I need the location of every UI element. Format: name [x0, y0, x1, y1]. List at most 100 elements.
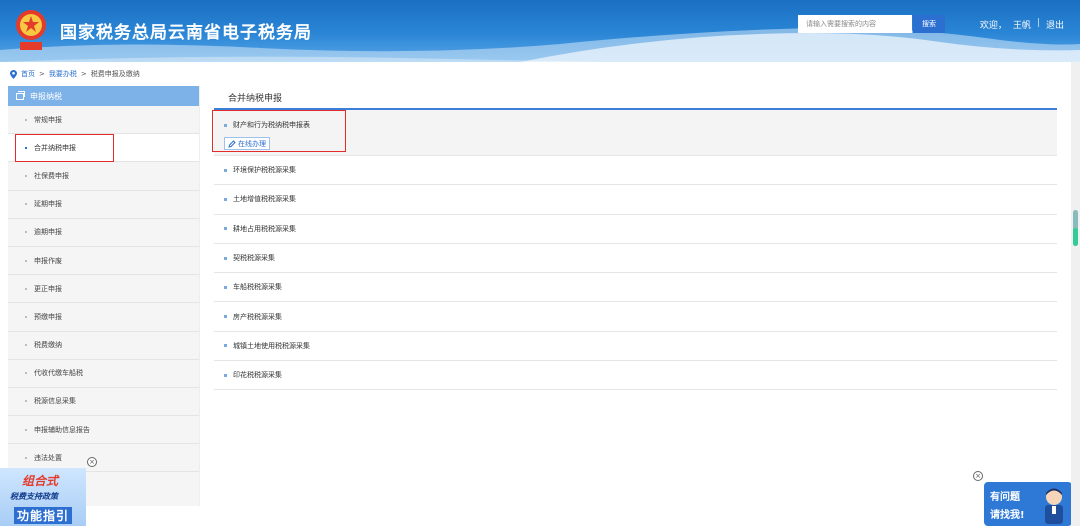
- search-button[interactable]: 搜索: [913, 15, 945, 33]
- list-item[interactable]: 耕地占用税税源采集: [214, 215, 1057, 244]
- sidebar-item-label: 延期申报: [34, 200, 62, 209]
- sidebar-item-void[interactable]: 申报作废: [8, 247, 199, 276]
- sidebar-item-auxiliary-report[interactable]: 申报辅助信息报告: [8, 416, 199, 445]
- list-item-line: 财产和行为税纳税申报表: [224, 120, 1057, 130]
- list-item-label: 车船税税源采集: [233, 283, 282, 292]
- list-item[interactable]: 城镇土地使用税税源采集: [214, 332, 1057, 362]
- bullet-icon: [25, 456, 27, 459]
- breadcrumb-home[interactable]: 首页: [21, 69, 35, 79]
- site-title: 国家税务总局云南省电子税务局: [60, 23, 312, 43]
- sidebar-item-prepayment[interactable]: 预缴申报: [8, 303, 199, 332]
- breadcrumb-sep: >: [39, 70, 45, 78]
- sidebar-item-social-security[interactable]: 社保费申报: [8, 162, 199, 191]
- breadcrumb: 首页 > 我要办税 > 税费申报及缴纳: [10, 68, 140, 80]
- sidebar-item-payment[interactable]: 税费缴纳: [8, 332, 199, 360]
- sidebar-item-extension[interactable]: 延期申报: [8, 191, 199, 219]
- bullet-icon: [25, 203, 27, 206]
- list-item[interactable]: 印花税税源采集: [214, 361, 1057, 391]
- list-item-label: 耕地占用税税源采集: [233, 224, 296, 233]
- bullet-icon: [25, 428, 27, 431]
- sidebar-item-tax-source[interactable]: 税源信息采集: [8, 388, 199, 417]
- user-area: 欢迎， 王帆 | 退出: [980, 18, 1064, 31]
- sidebar-item-label: 预缴申报: [34, 312, 62, 321]
- search-input[interactable]: [798, 15, 912, 33]
- sidebar-item-overdue[interactable]: 逾期申报: [8, 219, 199, 247]
- sidebar-item-label: 违法处置: [34, 453, 62, 462]
- badge-subtitle: 税费支持政策: [10, 492, 58, 501]
- list-item[interactable]: 土地增值税税源采集: [214, 185, 1057, 215]
- copy-icon: [16, 90, 25, 100]
- national-emblem-icon: [16, 10, 46, 50]
- bullet-icon: [25, 315, 27, 318]
- close-left-float-icon[interactable]: ×: [87, 457, 97, 467]
- bullet-icon: [224, 315, 227, 319]
- bullet-icon: [25, 231, 27, 234]
- badge-caption: 功能指引: [14, 507, 73, 524]
- sidebar-item-label: 更正申报: [34, 284, 62, 293]
- header-separator: |: [1036, 18, 1040, 28]
- highlight-box: [212, 110, 346, 152]
- sidebar-item-regular-declaration[interactable]: 常规申报: [8, 106, 199, 135]
- bullet-icon: [224, 256, 227, 260]
- sidebar-item-label: 税源信息采集: [34, 397, 76, 406]
- sidebar-item-label: 申报辅助信息报告: [34, 425, 90, 434]
- list-item-label: 城镇土地使用税税源采集: [233, 341, 310, 350]
- bullet-icon: [224, 197, 227, 201]
- sidebar-item-label: 代收代缴车船税: [34, 369, 83, 378]
- highlight-box: [15, 134, 114, 163]
- list-item[interactable]: 房产税税源采集: [214, 302, 1057, 332]
- help-badge[interactable]: 有问题 请找我!: [984, 482, 1072, 526]
- sidebar-item-correction[interactable]: 更正申报: [8, 275, 199, 304]
- list-item-property-behavior-tax[interactable]: 财产和行为税纳税申报表 在线办理: [212, 110, 1057, 156]
- sidebar-item-label: 社保费申报: [34, 171, 69, 180]
- sidebar-item-vehicle-tax[interactable]: 代收代缴车船税: [8, 360, 199, 388]
- scrollbar-indicator: [1073, 228, 1078, 246]
- list-item[interactable]: 车船税税源采集: [214, 273, 1057, 303]
- site-header: 国家税务总局云南省电子税务局 搜索 欢迎， 王帆 | 退出: [0, 0, 1080, 62]
- sidebar-list: 常规申报 合并纳税申报 社保费申报 延期申报 逾期申报 申报作废 更正申报 预缴…: [8, 106, 199, 473]
- sidebar-item-label: 税费缴纳: [34, 341, 62, 350]
- breadcrumb-current: 税费申报及缴纳: [90, 70, 140, 78]
- sidebar-header[interactable]: 申报纳税: [8, 86, 199, 106]
- sidebar-header-label: 申报纳税: [30, 91, 62, 101]
- sidebar-item-combined-declaration[interactable]: 合并纳税申报: [8, 134, 199, 163]
- list-item-label: 房产税税源采集: [233, 312, 282, 321]
- bullet-icon: [25, 400, 27, 403]
- list-item[interactable]: 环境保护税税源采集: [214, 156, 1057, 186]
- sidebar-item-label: 常规申报: [34, 115, 62, 124]
- main-content: 合并纳税申报 财产和行为税纳税申报表 在线办理 环境保护税税源采集 土地增值税税…: [212, 86, 1057, 391]
- bullet-icon: [25, 118, 27, 121]
- logout-link[interactable]: 退出: [1046, 18, 1064, 31]
- sidebar: 申报纳税 常规申报 合并纳税申报 社保费申报 延期申报 逾期申报 申报作废 更正…: [8, 86, 200, 506]
- page-title: 合并纳税申报: [214, 86, 1057, 110]
- bullet-icon: [25, 259, 27, 262]
- bullet-icon: [224, 373, 227, 377]
- page-scrollbar[interactable]: [1071, 62, 1080, 526]
- list-item-label: 环境保护税税源采集: [233, 166, 296, 175]
- policy-guide-badge[interactable]: 组合式 税费支持政策 功能指引: [0, 468, 86, 526]
- close-right-float-icon[interactable]: ×: [973, 471, 983, 481]
- breadcrumb-level1[interactable]: 我要办税: [49, 69, 77, 79]
- sidebar-item-label: 逾期申报: [34, 228, 62, 237]
- user-name-link[interactable]: 王帆: [1013, 18, 1031, 31]
- list-item-label: 契税税源采集: [233, 254, 275, 263]
- help-badge-line2: 请找我!: [990, 510, 1025, 521]
- bullet-icon: [224, 344, 227, 348]
- welcome-label: 欢迎，: [979, 21, 1007, 31]
- bullet-icon: [25, 372, 27, 375]
- breadcrumb-sep: >: [80, 70, 87, 78]
- assistant-character-icon: [1045, 488, 1063, 524]
- list-item-label: 土地增值税税源采集: [233, 195, 296, 204]
- badge-title: 组合式: [22, 474, 59, 488]
- bullet-icon: [25, 287, 27, 290]
- bullet-icon: [25, 174, 27, 177]
- bullet-icon: [224, 227, 227, 231]
- bullet-icon: [25, 344, 27, 347]
- list-item-label: 印花税税源采集: [233, 371, 282, 380]
- help-badge-line1: 有问题: [990, 492, 1020, 503]
- bullet-icon: [224, 285, 227, 289]
- list-item[interactable]: 契税税源采集: [214, 244, 1057, 274]
- bullet-icon: [224, 168, 227, 172]
- sidebar-item-label: 申报作废: [34, 256, 62, 265]
- location-pin-icon: [10, 69, 17, 79]
